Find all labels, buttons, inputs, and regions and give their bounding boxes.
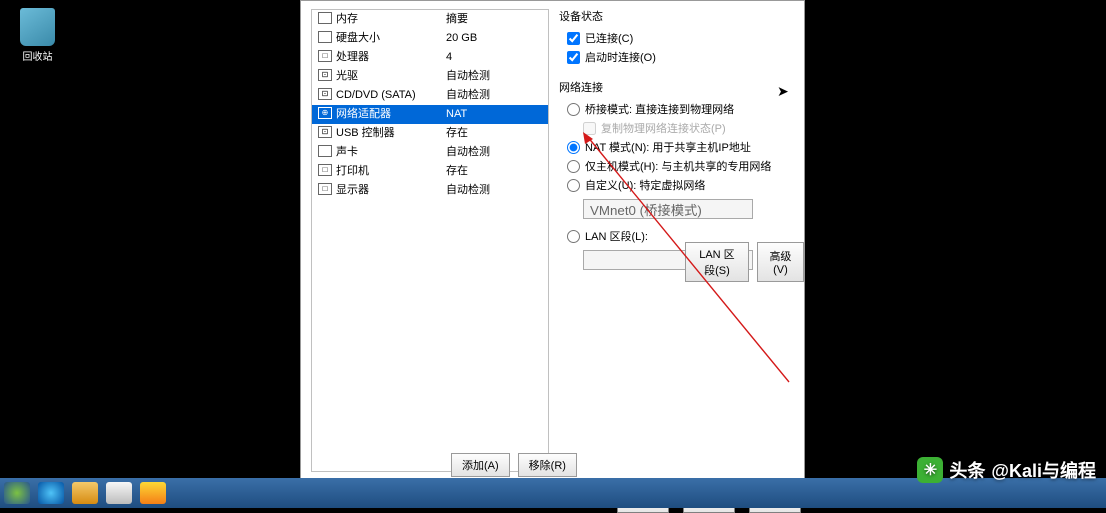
custom-label: 自定义(U): 特定虚拟网络 <box>585 177 705 193</box>
device-label: 光驱 <box>336 69 446 84</box>
device-label: 硬盘大小 <box>336 31 446 46</box>
device-value: NAT <box>446 107 542 122</box>
connected-checkbox[interactable] <box>567 32 580 45</box>
device-icon: □ <box>318 50 332 62</box>
network-extra-buttons: LAN 区段(S) 高级(V) <box>685 242 804 282</box>
nat-radio[interactable] <box>567 141 580 154</box>
device-label: 网络适配器 <box>336 107 446 122</box>
device-label: 处理器 <box>336 50 446 65</box>
hostonly-radio-row[interactable]: 仅主机模式(H): 与主机共享的专用网络 <box>559 158 799 174</box>
device-label: 声卡 <box>336 145 446 160</box>
connect-poweron-row[interactable]: 启动时连接(O) <box>559 49 799 65</box>
ie-icon[interactable] <box>38 482 64 504</box>
custom-network-field[interactable] <box>583 199 753 219</box>
hostonly-radio[interactable] <box>567 160 580 173</box>
bridged-label: 桥接模式: 直接连接到物理网络 <box>585 101 734 117</box>
nat-label: NAT 模式(N): 用于共享主机IP地址 <box>585 139 751 155</box>
device-label: CD/DVD (SATA) <box>336 88 446 103</box>
hardware-list-panel: 内存摘要硬盘大小20 GB□处理器4⊡光驱自动检测⊡CD/DVD (SATA)自… <box>311 9 549 472</box>
device-value: 存在 <box>446 126 542 141</box>
taskbar-app-2[interactable] <box>140 482 166 504</box>
device-row[interactable]: 硬盘大小20 GB <box>312 29 548 48</box>
device-icon: □ <box>318 183 332 195</box>
device-label: USB 控制器 <box>336 126 446 141</box>
network-settings-panel: 设备状态 已连接(C) 启动时连接(O) 网络连接 桥接模式: 直接连接到物理网… <box>559 6 799 276</box>
device-list: 内存摘要硬盘大小20 GB□处理器4⊡光驱自动检测⊡CD/DVD (SATA)自… <box>312 10 548 200</box>
replicate-state-checkbox[interactable] <box>583 122 596 135</box>
device-label: 打印机 <box>336 164 446 179</box>
recycle-bin-label: 回收站 <box>23 52 53 63</box>
watermark-text-1: 头条 <box>949 457 985 483</box>
device-icon <box>318 145 332 157</box>
bridged-radio-row[interactable]: 桥接模式: 直接连接到物理网络 <box>559 101 799 117</box>
wechat-icon: ✳ <box>917 457 943 483</box>
advanced-button[interactable]: 高级(V) <box>757 242 804 282</box>
device-value: 自动检测 <box>446 145 542 160</box>
device-icon: ⊡ <box>318 126 332 138</box>
device-row[interactable]: 内存摘要 <box>312 10 548 29</box>
add-button[interactable]: 添加(A) <box>451 453 510 477</box>
network-connection-heading: 网络连接 <box>559 79 799 95</box>
device-icon: ⊕ <box>318 107 332 119</box>
custom-radio-row[interactable]: 自定义(U): 特定虚拟网络 <box>559 177 799 193</box>
connected-checkbox-row[interactable]: 已连接(C) <box>559 30 799 46</box>
lan-segment-label: LAN 区段(L): <box>585 228 648 244</box>
device-value: 4 <box>446 50 542 65</box>
watermark-text-2: @Kali与编程 <box>991 457 1096 483</box>
device-row[interactable]: ⊕ 网络适配器NAT <box>312 105 548 124</box>
device-value: 存在 <box>446 164 542 179</box>
connect-poweron-checkbox[interactable] <box>567 51 580 64</box>
device-row[interactable]: ⊡ 光驱自动检测 <box>312 67 548 86</box>
remove-button[interactable]: 移除(R) <box>518 453 577 477</box>
device-icon: □ <box>318 164 332 176</box>
nat-radio-row[interactable]: NAT 模式(N): 用于共享主机IP地址 <box>559 139 799 155</box>
vm-settings-dialog: 内存摘要硬盘大小20 GB□处理器4⊡光驱自动检测⊡CD/DVD (SATA)自… <box>300 0 805 508</box>
device-icon: ⊡ <box>318 88 332 100</box>
device-row[interactable]: □ 打印机存在 <box>312 162 548 181</box>
device-row[interactable]: ⊡ USB 控制器存在 <box>312 124 548 143</box>
device-row[interactable]: □ 显示器自动检测 <box>312 181 548 200</box>
hardware-buttons: 添加(A) 移除(R) <box>451 453 577 477</box>
device-icon <box>318 12 332 24</box>
lan-segment-radio[interactable] <box>567 230 580 243</box>
recycle-bin-icon <box>20 8 55 46</box>
device-value: 20 GB <box>446 31 542 46</box>
device-row[interactable]: □ 处理器4 <box>312 48 548 67</box>
device-label: 内存 <box>336 12 446 27</box>
watermark: ✳ 头条 @Kali与编程 <box>917 457 1096 483</box>
replicate-state-label: 复制物理网络连接状态(P) <box>601 120 726 136</box>
lan-segments-button[interactable]: LAN 区段(S) <box>685 242 749 282</box>
device-row[interactable]: ⊡ CD/DVD (SATA)自动检测 <box>312 86 548 105</box>
device-value: 摘要 <box>446 12 542 27</box>
device-label: 显示器 <box>336 183 446 198</box>
device-value: 自动检测 <box>446 88 542 103</box>
device-value: 自动检测 <box>446 183 542 198</box>
device-status-heading: 设备状态 <box>559 8 799 24</box>
explorer-icon[interactable] <box>72 482 98 504</box>
device-row[interactable]: 声卡自动检测 <box>312 143 548 162</box>
connect-poweron-label: 启动时连接(O) <box>585 49 656 65</box>
recycle-bin[interactable]: 回收站 <box>15 8 60 63</box>
replicate-state-row[interactable]: 复制物理网络连接状态(P) <box>559 120 799 136</box>
connected-label: 已连接(C) <box>585 30 633 46</box>
device-value: 自动检测 <box>446 69 542 84</box>
taskbar-app-1[interactable] <box>106 482 132 504</box>
device-icon: ⊡ <box>318 69 332 81</box>
bridged-radio[interactable] <box>567 103 580 116</box>
custom-radio[interactable] <box>567 179 580 192</box>
device-icon <box>318 31 332 43</box>
start-button[interactable] <box>4 482 30 504</box>
hostonly-label: 仅主机模式(H): 与主机共享的专用网络 <box>585 158 771 174</box>
